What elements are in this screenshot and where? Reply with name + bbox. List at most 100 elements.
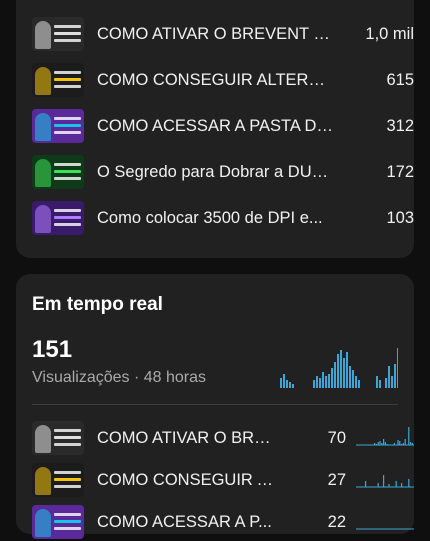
thumbnail-text-line <box>54 527 81 530</box>
top-video-row[interactable]: O Segredo para Dobrar a DUR... 172 <box>32 153 414 191</box>
video-views-value: 615 <box>386 70 414 89</box>
thumbnail-text-line <box>54 471 81 474</box>
realtime-bar <box>286 380 288 388</box>
video-thumbnail <box>32 63 84 97</box>
realtime-heading: Em tempo real <box>32 294 163 315</box>
thumbnail-text-line <box>54 131 81 134</box>
video-realtime-views: 22 <box>327 512 346 531</box>
thumbnail-figure-icon <box>35 159 51 187</box>
thumbnail-figure-icon <box>35 425 51 453</box>
video-sparkline <box>356 528 414 530</box>
video-thumbnail <box>32 201 84 235</box>
sparkline-bar <box>386 444 388 445</box>
top-video-row[interactable]: COMO ACESSAR A PASTA DA... 312 <box>32 107 414 145</box>
video-thumbnail <box>32 109 84 143</box>
thumbnail-text-line <box>54 170 81 173</box>
sparkline-bar <box>383 475 385 487</box>
video-title: COMO ATIVAR O BRE... <box>97 428 275 447</box>
thumbnail-text-line <box>54 429 81 432</box>
video-title: COMO CONSEGUIR A... <box>97 470 275 489</box>
video-title: COMO ACESSAR A P... <box>97 512 272 531</box>
thumbnail-text-line <box>54 485 81 488</box>
video-thumbnail <box>32 505 84 539</box>
realtime-bar <box>316 376 318 388</box>
realtime-bar <box>385 378 387 388</box>
realtime-bar <box>346 352 348 388</box>
thumbnail-text-line <box>54 85 81 88</box>
video-realtime-views: 27 <box>327 470 346 489</box>
thumbnail-text-line <box>54 443 81 446</box>
realtime-video-row[interactable]: COMO CONSEGUIR A... 27 <box>32 461 414 499</box>
video-views-value: 172 <box>386 162 414 181</box>
realtime-bar <box>379 380 381 388</box>
video-thumbnail <box>32 421 84 455</box>
thumbnail-figure-icon <box>35 113 51 141</box>
realtime-bar-chart <box>280 348 398 388</box>
sparkline-bar <box>377 442 379 445</box>
video-views-value: 312 <box>386 116 414 135</box>
video-title: O Segredo para Dobrar a DUR... <box>97 162 333 181</box>
realtime-bar <box>358 380 360 388</box>
video-sparkline <box>356 427 414 446</box>
thumbnail-figure-icon <box>35 205 51 233</box>
video-thumbnail <box>32 463 84 497</box>
sparkline-bar <box>401 483 403 487</box>
realtime-bar <box>325 376 327 388</box>
video-title: COMO ATIVAR O BREVENT E... <box>97 24 333 43</box>
realtime-video-row[interactable]: COMO ACESSAR A P... 22 <box>32 503 414 541</box>
thumbnail-text-line <box>54 436 81 439</box>
realtime-bar <box>334 362 336 388</box>
video-views-value: 103 <box>386 208 414 227</box>
sparkline-bar <box>397 440 399 445</box>
thumbnail-text-line <box>54 223 81 226</box>
sparkline-bar <box>393 443 395 445</box>
realtime-bar <box>388 366 390 388</box>
realtime-bar <box>319 378 321 388</box>
realtime-bar <box>355 376 357 388</box>
realtime-bar <box>289 382 291 388</box>
thumbnail-text-line <box>54 163 81 166</box>
thumbnail-text-line <box>54 478 81 481</box>
video-realtime-views: 70 <box>327 428 346 447</box>
sparkline-bar <box>401 444 403 445</box>
realtime-bar <box>313 380 315 388</box>
realtime-bar <box>391 376 393 388</box>
realtime-bar <box>337 354 339 388</box>
thumbnail-text-line <box>54 124 81 127</box>
top-videos-card: COMO ATIVAR O BREVENT E... 1,0 mil COMO CO… <box>16 0 414 258</box>
video-views-value: 1,0 mil <box>365 24 414 43</box>
realtime-bar <box>280 378 282 388</box>
sparkline-bar <box>408 427 410 445</box>
thumbnail-text-line <box>54 209 81 212</box>
thumbnail-text-line <box>54 71 81 74</box>
sparkline-bar <box>375 444 377 445</box>
thumbnail-text-line <box>54 117 81 120</box>
realtime-bar <box>343 358 345 388</box>
realtime-bar <box>328 374 330 388</box>
sparkline-bar <box>377 483 379 487</box>
sparkline-bar <box>365 481 367 487</box>
thumbnail-text-line <box>54 216 81 219</box>
top-video-row[interactable]: COMO CONSEGUIR ALTERAR... 615 <box>32 61 414 99</box>
video-title: Como colocar 3500 de DPI e... <box>97 208 323 227</box>
realtime-views-label: Visualizações · 48 horas <box>32 369 207 386</box>
video-sparkline <box>356 475 414 488</box>
thumbnail-text-line <box>54 78 81 81</box>
thumbnail-figure-icon <box>35 509 51 537</box>
top-video-row[interactable]: Como colocar 3500 de DPI e... 103 <box>32 199 414 237</box>
sparkline-bar <box>402 443 404 445</box>
sparkline-bar <box>383 439 385 445</box>
sparkline-bar <box>388 484 390 487</box>
thumbnail-figure-icon <box>35 467 51 495</box>
realtime-video-row[interactable]: COMO ATIVAR O BRE... 70 <box>32 419 414 457</box>
realtime-bar <box>292 384 294 388</box>
top-video-row[interactable]: COMO ATIVAR O BREVENT E... 1,0 mil <box>32 15 414 53</box>
realtime-card: Em tempo real 151 Visualizações · 48 hor… <box>16 274 414 539</box>
sparkline-bar <box>404 439 406 445</box>
thumbnail-text-line <box>54 520 81 523</box>
sparkline-bar <box>395 481 397 487</box>
realtime-bar <box>340 350 342 388</box>
realtime-bar <box>349 366 351 388</box>
sparkline-bar <box>399 441 401 445</box>
realtime-bar <box>283 374 285 388</box>
